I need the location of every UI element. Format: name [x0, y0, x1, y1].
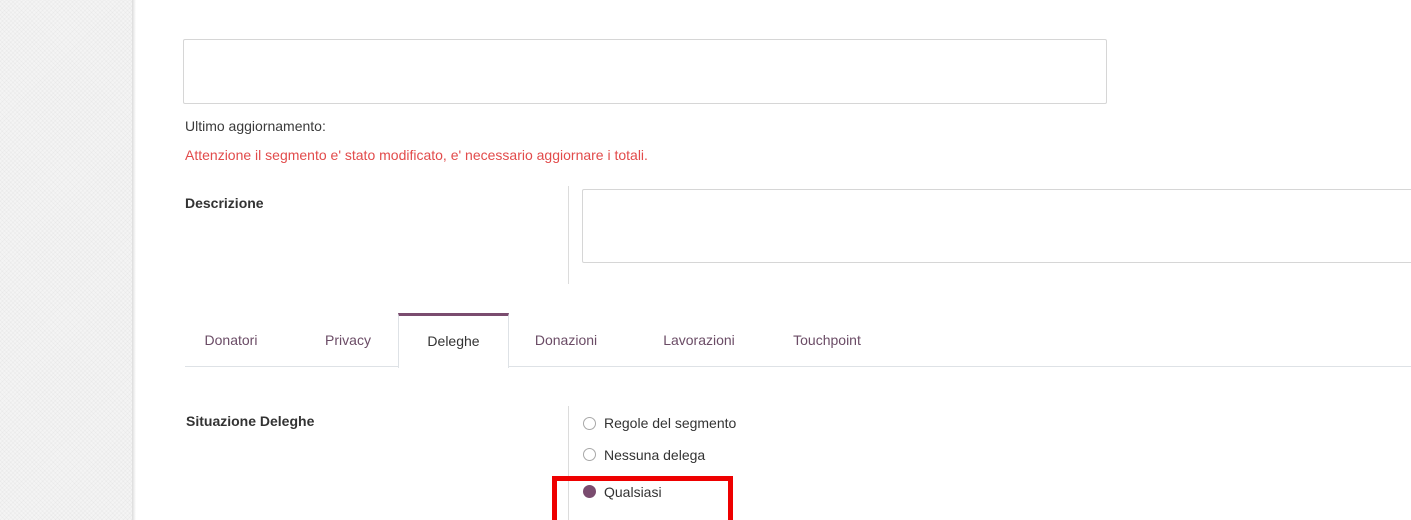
radio-option-nessuna-delega[interactable]: Nessuna delega: [582, 436, 736, 473]
radio-unchecked-icon[interactable]: [583, 416, 596, 430]
radio-option-label: Nessuna delega: [604, 446, 706, 463]
left-gutter-shadow: [132, 0, 136, 520]
description-input[interactable]: [582, 189, 1411, 263]
left-gutter: [0, 0, 132, 520]
tab-donatori[interactable]: Donatori: [185, 313, 277, 367]
description-divider: [568, 186, 569, 284]
radio-option-label: Regole del segmento: [604, 415, 737, 431]
tab-touchpoint[interactable]: Touchpoint: [779, 313, 875, 367]
last-update-label: Ultimo aggiornamento:: [185, 118, 326, 134]
segment-modified-warning: Attenzione il segmento e' stato modifica…: [185, 147, 648, 163]
segment-name-input[interactable]: [183, 39, 1107, 104]
tab-privacy[interactable]: Privacy: [304, 313, 392, 367]
highlight-annotation-box: [552, 476, 733, 520]
radio-unchecked-icon[interactable]: [583, 448, 596, 461]
tab-donazioni[interactable]: Donazioni: [520, 313, 612, 367]
tab-deleghe[interactable]: Deleghe: [398, 313, 509, 368]
description-label: Descrizione: [185, 195, 264, 211]
segment-tabs: Donatori Privacy Deleghe Donazioni Lavor…: [185, 313, 1411, 368]
segment-editor-page: Ultimo aggiornamento: Attenzione il segm…: [0, 0, 1411, 520]
tab-lavorazioni[interactable]: Lavorazioni: [645, 313, 753, 367]
situazione-deleghe-label: Situazione Deleghe: [186, 413, 315, 429]
radio-option-regole-segmento[interactable]: Regole del segmento: [582, 410, 736, 436]
